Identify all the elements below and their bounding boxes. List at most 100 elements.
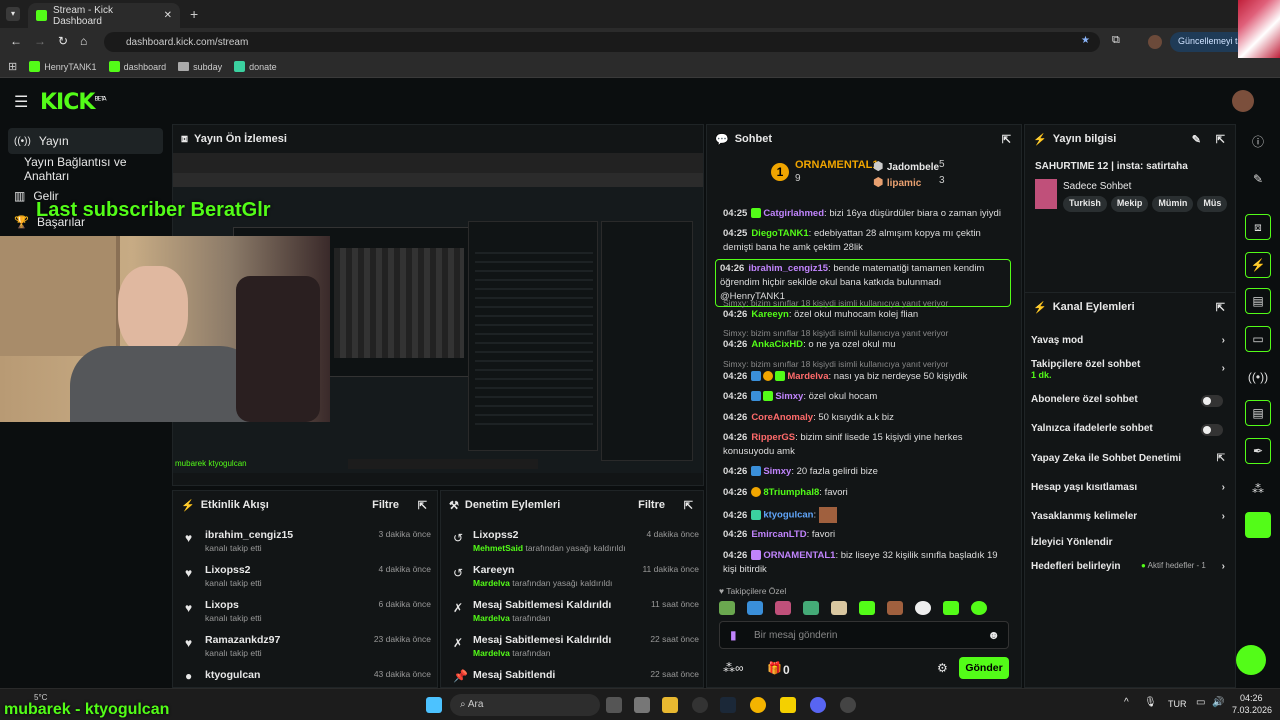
steam-icon[interactable] [720, 697, 736, 713]
activity-user[interactable]: ibrahim_cengiz15 [205, 529, 293, 541]
settings-icon[interactable]: ⚙ [937, 661, 948, 675]
tab-list-icon[interactable]: ▾ [6, 7, 20, 21]
tag[interactable]: Turkish [1063, 196, 1107, 212]
pencil-icon[interactable]: ✎ [1245, 166, 1271, 192]
mic-icon[interactable]: 🎙 [1144, 697, 1157, 708]
wrench-icon[interactable]: ✒ [1245, 438, 1271, 464]
layers-icon[interactable]: ▤ [1245, 400, 1271, 426]
menu-icon[interactable]: ☰ [14, 92, 28, 112]
url-field[interactable]: dashboard.kick.com/stream ★ [104, 32, 1100, 52]
moderation-target[interactable]: Lixopss2 [473, 529, 519, 541]
activity-user[interactable]: Lixops [205, 599, 239, 611]
emote-icon[interactable] [719, 601, 735, 615]
chat-username[interactable]: CoreAnomaly [751, 412, 813, 423]
windows-start-icon[interactable] [426, 697, 442, 713]
chat-username[interactable]: DiegoTANK1 [751, 228, 808, 239]
chrome-icon[interactable] [750, 697, 766, 713]
reload-icon[interactable]: ↻ [58, 34, 68, 48]
chat-icon[interactable]: ▭ [1245, 326, 1271, 352]
top-gifter-2[interactable]: ⬢ Jadombele 5 [873, 159, 973, 173]
chat-username[interactable]: 8Triumphal8 [763, 487, 819, 498]
back-icon[interactable]: ← [10, 34, 22, 48]
subscribers-chat-toggle[interactable] [1201, 395, 1223, 407]
info-icon[interactable]: ⓘ [1245, 128, 1271, 154]
emote-icon[interactable] [859, 601, 875, 615]
emote-icon[interactable] [775, 601, 791, 615]
banned-words-row[interactable]: Yasaklanmış kelimeler › [1031, 511, 1225, 522]
category-name[interactable]: Sadece Sohbet [1063, 181, 1131, 192]
preview-icon[interactable]: ⧈ [1245, 214, 1271, 240]
extensions-icon[interactable]: ⧉ [1112, 34, 1120, 47]
chat-username[interactable]: Mardelva [787, 371, 828, 382]
followers-chat-row[interactable]: Takipçilere özel sohbet 1 dk. › [1031, 359, 1225, 381]
emoji-icon[interactable]: ☻ [987, 628, 1000, 642]
notes-icon[interactable] [780, 697, 796, 713]
popout-icon[interactable]: ⇱ [684, 499, 693, 512]
clock-date[interactable]: 7.03.2026 [1232, 705, 1272, 715]
sidebar-item-yayin[interactable]: ((•)) Yayın [8, 128, 163, 154]
support-button[interactable] [1236, 645, 1266, 675]
apps-grid-icon[interactable]: ⊞ [8, 60, 17, 73]
obs-icon[interactable] [692, 697, 708, 713]
chat-username[interactable]: EmircanLTD [751, 529, 806, 540]
emotes-chat-row[interactable]: Yalnızca ifadelerle sohbet [1031, 423, 1225, 434]
bookmark-henrytank1[interactable]: HenryTANK1 [29, 61, 97, 72]
home-icon[interactable]: ⌂ [80, 34, 87, 48]
popout-icon[interactable]: ⇱ [418, 499, 427, 512]
slow-mode-row[interactable]: Yavaş mod › [1031, 335, 1225, 346]
filter-button[interactable]: Filtre [372, 499, 399, 511]
emote-icon[interactable] [971, 601, 987, 615]
new-tab-icon[interactable]: + [190, 6, 198, 22]
close-tab-icon[interactable]: ✕ [164, 10, 172, 21]
filter-button[interactable]: Filtre [638, 499, 665, 511]
moderation-target[interactable]: Mesaj Sabitlendi [473, 669, 555, 681]
app-icon[interactable] [840, 697, 856, 713]
bookmark-dashboard[interactable]: dashboard [108, 61, 166, 72]
chat-username[interactable]: ktyogulcan [763, 510, 813, 521]
top-gifter-3[interactable]: ⬢ lipamic 3 [873, 175, 973, 189]
language-indicator[interactable]: TUR [1168, 699, 1187, 709]
chat-username[interactable]: Catgirlahmed [763, 208, 824, 219]
lightning-icon[interactable]: ⚡ [1245, 252, 1271, 278]
emote-icon[interactable] [887, 601, 903, 615]
ai-moderation-row[interactable]: Yapay Zeka ile Sohbet Denetimi ⇱ [1031, 453, 1225, 464]
bookmark-subday[interactable]: subday [178, 62, 222, 72]
user-avatar[interactable] [1232, 90, 1254, 112]
kick-logo[interactable]: KICKBETA [40, 90, 107, 115]
account-age-row[interactable]: Hesap yaşı kısıtlaması › [1031, 482, 1225, 493]
send-button[interactable]: Gönder [959, 657, 1009, 679]
activity-user[interactable]: Lixopss2 [205, 564, 251, 576]
document-icon[interactable]: ▤ [1245, 288, 1271, 314]
dots-icon[interactable]: ⁂ [1245, 476, 1271, 502]
broadcast-icon[interactable]: ((•)) [1245, 364, 1271, 390]
popout-icon[interactable]: ⇱ [1216, 301, 1225, 314]
moderation-target[interactable]: Kareeyn [473, 564, 514, 576]
clock-time[interactable]: 04:26 [1240, 693, 1263, 703]
chat-username[interactable]: ibrahim_cengiz15 [748, 263, 828, 274]
moderation-target[interactable]: Mesaj Sabitlemesi Kaldırıldı [473, 599, 611, 611]
chat-username[interactable]: AnkaCixHD [751, 339, 803, 350]
set-goals-row[interactable]: Hedefleri belirleyin ● Aktif hedefler - 1… [1031, 561, 1225, 572]
activity-user[interactable]: ktyogulcan [205, 669, 260, 681]
emote-icon[interactable] [943, 601, 959, 615]
task-view-icon[interactable] [606, 697, 622, 713]
subscribers-chat-row[interactable]: Abonelere özel sohbet [1031, 394, 1225, 405]
viewer-redirect-row[interactable]: İzleyici Yönlendir [1031, 537, 1225, 548]
popout-icon[interactable]: ⇱ [1002, 133, 1011, 146]
infinity-icon[interactable]: ⁂∞ [723, 661, 744, 675]
emote-icon[interactable] [915, 601, 931, 615]
explorer-icon[interactable] [662, 697, 678, 713]
sidebar-item-stream-key[interactable]: Yayın Bağlantısı ve Anahtarı [18, 155, 170, 183]
chat-username[interactable]: Kareeyn [751, 309, 789, 320]
app-icon[interactable] [1245, 512, 1271, 538]
moderation-target[interactable]: Mesaj Sabitlemesi Kaldırıldı [473, 634, 611, 646]
emote-icon[interactable] [747, 601, 763, 615]
volume-icon[interactable]: 🔊 [1212, 697, 1224, 708]
activity-user[interactable]: Ramazankdz97 [205, 634, 280, 646]
forward-icon[interactable]: → [34, 34, 46, 48]
emote-icon[interactable] [831, 601, 847, 615]
chat-input[interactable]: ▮ Bir mesaj gönderin ☻ [719, 621, 1009, 649]
network-icon[interactable]: ▭ [1196, 697, 1205, 708]
calculator-icon[interactable] [634, 697, 650, 713]
chevron-up-icon[interactable]: ^ [1124, 697, 1129, 708]
